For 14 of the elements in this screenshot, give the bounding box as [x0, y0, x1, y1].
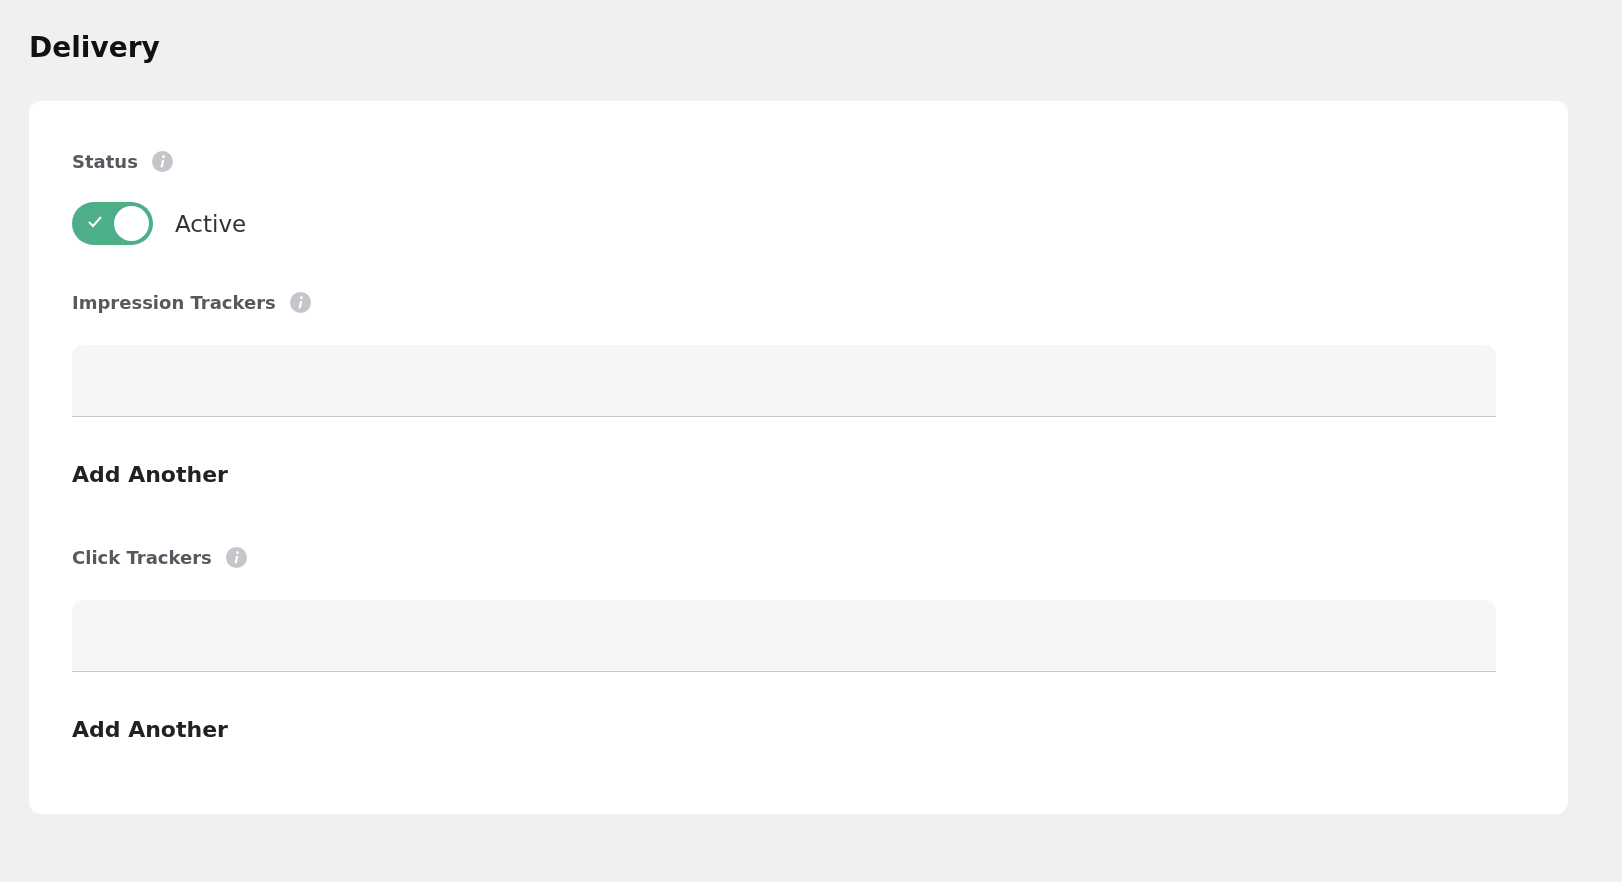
input-field[interactable] [72, 600, 1496, 672]
status-value: Active [175, 210, 247, 237]
page-title: Delivery [29, 30, 161, 66]
field-label: Impression Trackers [72, 292, 276, 313]
info-icon[interactable] [151, 151, 173, 172]
info-icon[interactable] [225, 547, 247, 568]
info-icon[interactable] [289, 292, 311, 313]
add-another-button[interactable]: Add Another [72, 462, 228, 487]
field-label: Click Trackers [72, 547, 212, 568]
status-toggle[interactable] [72, 202, 153, 245]
input-field[interactable] [72, 345, 1496, 417]
check-icon [87, 215, 103, 229]
add-another-button[interactable]: Add Another [72, 717, 228, 742]
field-label: Status [72, 151, 138, 172]
